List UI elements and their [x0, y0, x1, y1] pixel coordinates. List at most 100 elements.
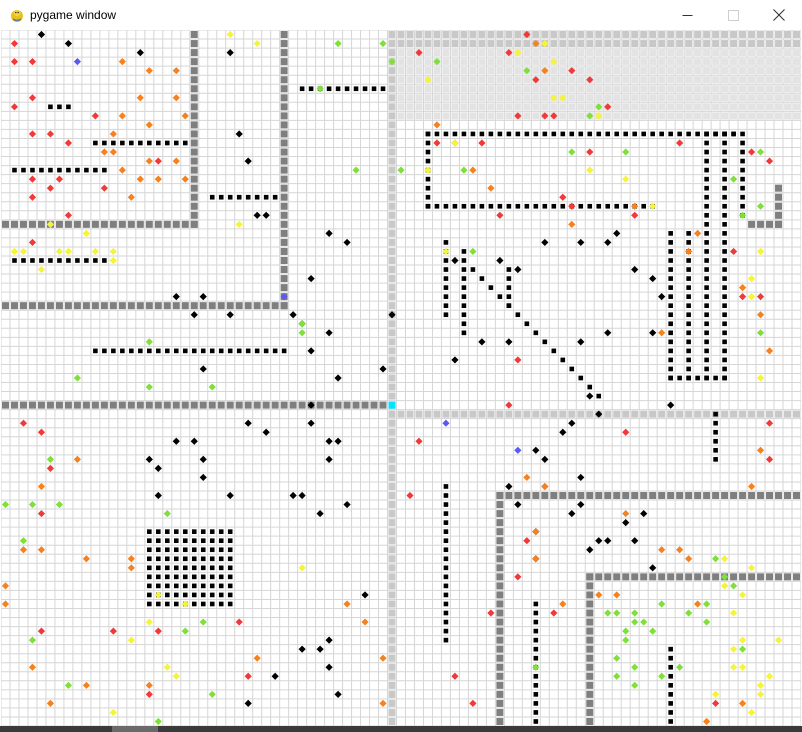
wall-cell: [190, 76, 198, 84]
obstacle-cell: [506, 267, 512, 272]
highlight-cell: [730, 58, 738, 66]
obstacle-cell: [443, 258, 449, 263]
obstacle-cell: [722, 176, 727, 182]
obstacle-cell: [668, 267, 673, 272]
wall-cell: [127, 401, 135, 409]
wall-cell: [748, 573, 756, 581]
obstacle-cell: [479, 203, 485, 209]
highlight-cell: [649, 58, 657, 66]
wall-cell: [271, 302, 279, 310]
highlight-cell: [766, 67, 774, 75]
obstacle-cell: [93, 167, 98, 173]
obstacle-cell: [443, 520, 449, 525]
wall-cell: [613, 410, 621, 418]
highlight-cell: [712, 49, 720, 57]
wall-cell: [586, 654, 594, 662]
obstacle-cell: [722, 285, 727, 290]
highlight-cell: [406, 85, 414, 93]
minimize-button[interactable]: [664, 0, 710, 30]
obstacle-cell: [209, 583, 215, 589]
wall-cell: [235, 302, 243, 310]
highlight-cell: [712, 76, 720, 84]
wall-cell: [658, 31, 666, 39]
highlight-cell: [577, 85, 585, 93]
game-canvas[interactable]: [1, 30, 801, 726]
highlight-cell: [739, 103, 747, 111]
highlight-cell: [541, 103, 549, 111]
wall-cell: [586, 636, 594, 644]
highlight-cell: [568, 103, 576, 111]
obstacle-cell: [173, 547, 179, 553]
obstacle-cell: [48, 104, 53, 110]
highlight-cell: [685, 76, 693, 84]
highlight-cell: [595, 94, 603, 102]
obstacle-cell: [740, 176, 745, 182]
wall-cell: [406, 40, 414, 48]
obstacle-cell: [524, 203, 530, 209]
close-button[interactable]: [756, 0, 802, 30]
highlight-cell: [721, 112, 729, 120]
obstacle-cell: [722, 212, 727, 218]
obstacle-cell: [371, 86, 377, 92]
wall-cell: [703, 410, 711, 418]
wall-cell: [604, 40, 612, 48]
wall-cell: [388, 329, 396, 337]
highlight-cell: [793, 67, 800, 75]
wall-cell: [631, 410, 639, 418]
highlight-cell: [487, 112, 495, 120]
obstacle-cell: [218, 565, 224, 571]
wall-cell: [163, 302, 171, 310]
obstacle-cell: [129, 348, 134, 354]
obstacle-cell: [191, 592, 197, 598]
highlight-cell: [577, 67, 585, 75]
highlight-cell: [469, 112, 477, 120]
obstacle-cell: [200, 538, 206, 544]
wall-cell: [271, 401, 279, 409]
title-bar[interactable]: pygame window: [0, 0, 802, 30]
highlight-cell: [739, 94, 747, 102]
wall-cell: [415, 40, 423, 48]
obstacle-cell: [722, 330, 727, 336]
obstacle-cell: [524, 321, 530, 327]
obstacle-cell: [605, 203, 611, 209]
wall-cell: [793, 410, 800, 418]
highlight-cell: [676, 112, 684, 120]
wall-cell: [370, 401, 378, 409]
highlight-cell: [694, 76, 702, 84]
obstacle-cell: [227, 556, 233, 562]
obstacle-cell: [722, 231, 727, 236]
wall-cell: [388, 103, 396, 111]
wall-cell: [82, 302, 90, 310]
wall-cell: [685, 410, 693, 418]
wall-cell: [388, 229, 396, 237]
wall-cell: [388, 157, 396, 165]
wall-cell: [640, 410, 648, 418]
obstacle-cell: [452, 131, 458, 137]
obstacle-cell: [461, 330, 467, 336]
highlight-cell: [631, 67, 639, 75]
wall-cell: [91, 401, 99, 409]
obstacle-cell: [173, 592, 179, 598]
maximize-button[interactable]: [710, 0, 756, 30]
obstacle-cell: [704, 321, 709, 327]
wall-cell: [235, 401, 243, 409]
highlight-cell: [739, 49, 747, 57]
obstacle-cell: [596, 393, 602, 399]
highlight-cell: [703, 112, 711, 120]
obstacle-cell: [596, 203, 602, 209]
obstacle-cell: [722, 258, 727, 263]
highlight-cell: [523, 85, 531, 93]
obstacle-cell: [479, 131, 485, 137]
obstacle-cell: [515, 131, 521, 137]
highlight-cell: [775, 94, 783, 102]
obstacle-cell: [200, 601, 206, 607]
wall-cell: [496, 690, 504, 698]
highlight-cell: [514, 76, 522, 84]
obstacle-cell: [722, 321, 727, 327]
highlight-cell: [397, 112, 405, 120]
obstacle-cell: [461, 294, 467, 299]
wall-cell: [505, 410, 513, 418]
wall-cell: [388, 94, 396, 102]
wall-cell: [505, 40, 513, 48]
obstacle-cell: [102, 348, 107, 354]
